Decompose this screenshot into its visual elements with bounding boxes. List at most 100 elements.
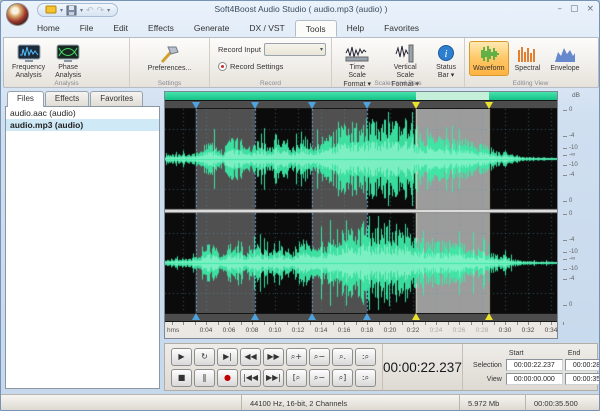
- record-settings-label[interactable]: Record Settings: [230, 62, 283, 71]
- preferences-icon: [158, 44, 180, 64]
- menu-tab-file[interactable]: File: [70, 20, 104, 37]
- file-list[interactable]: audio.aac (audio)audio.mp3 (audio): [5, 106, 160, 389]
- view-end-field[interactable]: 00:00:35.500: [565, 373, 600, 385]
- cue-marker[interactable]: [363, 313, 371, 320]
- menu-tab-home[interactable]: Home: [27, 20, 70, 37]
- menu-tab-effects[interactable]: Effects: [138, 20, 184, 37]
- status-bar-button[interactable]: i Status Bar ▾: [432, 41, 460, 84]
- zoom-default-horizontal-button[interactable]: :⌕: [355, 348, 376, 366]
- cue-marker[interactable]: [192, 313, 200, 320]
- spectral-view-button[interactable]: Spectral: [511, 41, 545, 76]
- stop-button[interactable]: ■: [171, 369, 192, 387]
- menu-tab-tools[interactable]: Tools: [295, 20, 337, 37]
- record-button[interactable]: ●: [217, 369, 238, 387]
- zoom-full-button[interactable]: ⌕]: [332, 369, 353, 387]
- selection-view-panel: Start End Length Selection 00:00:22.237 …: [463, 347, 600, 387]
- zoom-out-vertical-button[interactable]: ⌕−: [309, 369, 330, 387]
- panel-tab-files[interactable]: Files: [7, 91, 44, 107]
- timeline-tick: [413, 322, 414, 325]
- time-scale-format-icon: [344, 44, 370, 63]
- selection-marker[interactable]: [412, 313, 420, 320]
- timeline-tick: [425, 322, 426, 325]
- maximize-button[interactable]: ▢: [570, 4, 579, 14]
- ribbon-group-caption: Editing View: [465, 80, 596, 87]
- selection-end-field[interactable]: 00:00:28.646: [565, 359, 600, 371]
- db-label: 0: [569, 107, 572, 113]
- waveform-display[interactable]: hms 0:040:060:080:100:120:140:160:180:20…: [164, 91, 558, 339]
- phase-analysis-button[interactable]: Phase Analysis: [51, 41, 85, 84]
- go-to-end-button[interactable]: ▶▶|: [263, 369, 284, 387]
- envelope-view-button[interactable]: Envelope: [546, 41, 583, 76]
- status-audio-format: 44100 Hz, 16-bit, 2 Channels: [241, 395, 459, 411]
- timeline-label: 0:08: [246, 327, 259, 334]
- selection-marker[interactable]: [485, 313, 493, 320]
- minimize-button[interactable]: –: [557, 4, 562, 14]
- record-input-label: Record Input: [218, 45, 261, 54]
- app-logo-icon[interactable]: [6, 3, 29, 26]
- ribbon-group-record: Record Input ▾ Record Settings Record: [210, 38, 332, 87]
- timeline-label: 0:30: [499, 327, 512, 334]
- cue-marker[interactable]: [192, 102, 200, 109]
- timeline-tick: [471, 322, 472, 325]
- timeline-label: 0:28: [476, 327, 489, 334]
- file-panel: FilesEffectsFavorites audio.aac (audio)a…: [5, 91, 160, 389]
- selection-marker[interactable]: [412, 102, 420, 109]
- db-tick: [563, 165, 567, 166]
- go-to-start-button[interactable]: |◀◀: [240, 369, 261, 387]
- cue-marker[interactable]: [308, 102, 316, 109]
- zoom-in-horizontal-button[interactable]: ⌕+: [286, 348, 307, 366]
- db-label: 0: [569, 211, 572, 217]
- app-window: ▾ ▾ ↶ ↷ ▾ Soft4Boost Audio Studio ( audi…: [0, 0, 600, 411]
- menu-tab-generate[interactable]: Generate: [184, 20, 239, 37]
- db-tick: [563, 148, 567, 149]
- menu-tab-edit[interactable]: Edit: [103, 20, 138, 37]
- record-settings-icon[interactable]: [218, 62, 227, 71]
- frequency-analysis-button[interactable]: Frequency Analysis: [8, 41, 49, 84]
- preferences-button[interactable]: Preferences...: [144, 41, 196, 76]
- selection-start-field[interactable]: 00:00:22.237: [506, 359, 563, 371]
- play-button[interactable]: ▶: [171, 348, 192, 366]
- menu-tab-dx-vst[interactable]: DX / VST: [239, 20, 294, 37]
- timeline-tick: [195, 322, 196, 325]
- rewind-button[interactable]: ◀◀: [240, 348, 261, 366]
- timeline-tick: [298, 322, 299, 325]
- menu-tab-favorites[interactable]: Favorites: [374, 20, 429, 37]
- timeline-label: 0:34: [545, 327, 558, 334]
- timeline-label: 0:18: [361, 327, 374, 334]
- marker-bar-top[interactable]: [165, 100, 557, 109]
- ribbon-group-caption: Record: [210, 80, 331, 87]
- db-tick: [563, 279, 567, 280]
- record-input-select[interactable]: ▾: [264, 43, 326, 56]
- file-item[interactable]: audio.aac (audio): [6, 107, 159, 119]
- pause-button[interactable]: ‖: [194, 369, 215, 387]
- window-controls: – ▢ ×: [557, 4, 594, 14]
- view-start-field[interactable]: 00:00:00.000: [506, 373, 563, 385]
- cue-marker[interactable]: [308, 313, 316, 320]
- timeline-tick: [459, 322, 460, 325]
- timeline-label: 0:06: [223, 327, 236, 334]
- phase-analysis-icon: [56, 44, 80, 63]
- overview-bar[interactable]: [165, 92, 557, 100]
- zoom-default-vertical-button[interactable]: :⌕: [355, 369, 376, 387]
- close-button[interactable]: ×: [586, 4, 594, 14]
- zoom-in-vertical-button[interactable]: [⌕: [286, 369, 307, 387]
- db-label: -4: [569, 133, 574, 139]
- timeline-tick: [206, 322, 207, 325]
- file-item[interactable]: audio.mp3 (audio): [6, 119, 159, 131]
- selection-marker[interactable]: [485, 102, 493, 109]
- cue-marker[interactable]: [251, 102, 259, 109]
- timeline-ruler[interactable]: hms 0:040:060:080:100:120:140:160:180:20…: [165, 322, 557, 338]
- loop-playback-button[interactable]: ↻: [194, 348, 215, 366]
- fast-forward-button[interactable]: ▶▶: [263, 348, 284, 366]
- panel-tab-effects[interactable]: Effects: [45, 91, 89, 107]
- cue-marker[interactable]: [363, 102, 371, 109]
- play-to-end-button[interactable]: ▶|: [217, 348, 238, 366]
- zoom-out-horizontal-button[interactable]: ⌕−: [309, 348, 330, 366]
- marker-bar-bottom[interactable]: [165, 313, 557, 322]
- cue-marker[interactable]: [251, 313, 259, 320]
- panel-tab-favorites[interactable]: Favorites: [90, 91, 143, 107]
- menu-tab-help[interactable]: Help: [337, 20, 374, 37]
- waveform-canvas[interactable]: [165, 109, 557, 313]
- zoom-selection-button[interactable]: ⌕.: [332, 348, 353, 366]
- waveform-view-button[interactable]: Waveform: [469, 41, 509, 76]
